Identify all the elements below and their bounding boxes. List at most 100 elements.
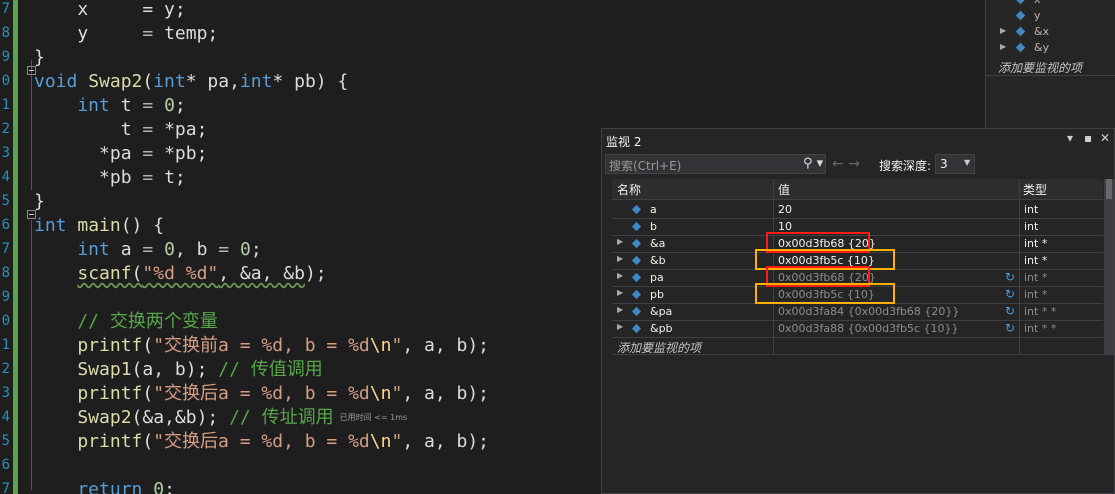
expand-arrow-icon[interactable]: ▶ xyxy=(617,305,623,314)
watch-1-row[interactable]: x xyxy=(986,0,1115,8)
variable-icon xyxy=(631,323,642,334)
code-token: " xyxy=(391,335,403,356)
code-line[interactable]: x = y; xyxy=(34,0,185,22)
code-token: "交换后a = %d, b = %d xyxy=(153,383,370,404)
code-token: // 传址调用 xyxy=(229,407,334,428)
search-nav-arrows-icon[interactable]: ← → xyxy=(832,156,860,172)
code-line[interactable]: *pa = *pb; xyxy=(34,142,207,166)
search-icon[interactable]: ⚲ ▾ xyxy=(803,156,823,171)
code-line[interactable]: } xyxy=(34,46,45,70)
code-token: ( xyxy=(142,383,154,404)
code-line[interactable]: t = *pa; xyxy=(34,118,208,142)
expand-arrow-icon[interactable]: ▶ xyxy=(617,322,623,331)
watch-name: pb xyxy=(650,288,664,301)
variable-icon xyxy=(631,204,642,215)
code-token: \n xyxy=(369,383,392,404)
code-line[interactable]: int a = 0, b = 0; xyxy=(34,238,261,262)
code-token: = xyxy=(142,143,165,164)
expand-arrow-icon[interactable]: ▶ xyxy=(617,237,623,246)
expand-arrow-icon[interactable]: ▶ xyxy=(617,271,623,280)
watch-type: int * * xyxy=(1024,305,1057,318)
code-line[interactable]: Swap2(&a,&b); // 传址调用 已用时间 <= 1ms xyxy=(34,406,407,430)
expand-arrow-icon[interactable]: ▶ xyxy=(617,288,623,297)
pin-icon[interactable]: ▪ xyxy=(1084,131,1092,145)
search-depth-value: 3 xyxy=(940,157,948,171)
code-token: " xyxy=(391,383,403,404)
divider xyxy=(986,75,1115,76)
window-options-dropdown-icon[interactable]: ▾ xyxy=(1067,131,1073,145)
refresh-icon[interactable]: ↻ xyxy=(1005,304,1015,318)
refresh-icon[interactable]: ↻ xyxy=(1005,270,1015,284)
code-token: *pa xyxy=(34,143,143,164)
watch-value[interactable]: 20 xyxy=(778,203,792,216)
column-header-value[interactable]: 值 xyxy=(778,181,790,198)
watch-1-row[interactable]: ▶ &y xyxy=(986,40,1115,56)
code-token: } xyxy=(34,191,45,212)
code-token: (&a,&b); xyxy=(131,407,230,428)
watch-name: &pb xyxy=(650,322,673,335)
code-line[interactable]: Swap1(a, b); // 传值调用 xyxy=(34,358,323,382)
code-line[interactable]: // 交换两个变量 xyxy=(34,310,218,334)
code-token: = xyxy=(142,23,165,44)
code-line[interactable]: y = temp; xyxy=(34,22,218,46)
code-token: // 传值调用 xyxy=(218,359,323,380)
code-line[interactable]: printf("交换后a = %d, b = %d\n", a, b); xyxy=(34,430,489,454)
variable-icon xyxy=(1015,0,1026,5)
search-depth-select[interactable]: 3 ▼ xyxy=(935,154,975,174)
close-icon[interactable]: ✕ xyxy=(1100,131,1110,145)
watch-add-row[interactable]: 添加要监视的项 xyxy=(612,337,1103,355)
watch-value[interactable]: 0x00d3fa88 {0x00d3fb5c {10}} xyxy=(778,322,958,335)
line-number: 8 xyxy=(1,25,10,41)
code-token: a xyxy=(120,239,143,260)
code-line[interactable]: } xyxy=(34,190,45,214)
watch-search-bar: 搜索(Ctrl+E) ⚲ ▾ ← → 搜索深度: 3 ▼ xyxy=(602,153,1114,177)
code-line[interactable]: int main() { xyxy=(34,214,164,238)
code-token: *pa; xyxy=(164,119,208,140)
watch-row[interactable]: ▶ &pb 0x00d3fa88 {0x00d3fb5c {10}} int * * ↻ xyxy=(612,320,1103,338)
watch-1-row[interactable]: ▶ &x xyxy=(986,24,1115,40)
code-token: ( xyxy=(142,335,154,356)
code-token: , a, b); xyxy=(402,335,490,356)
variable-icon xyxy=(631,238,642,249)
code-token: t xyxy=(120,95,143,116)
code-line[interactable]: void Swap2(int* pa,int* pb) { xyxy=(34,70,348,94)
watch-value[interactable]: 0x00d3fa84 {0x00d3fb68 {20}} xyxy=(778,305,959,318)
line-number: 2 xyxy=(1,361,10,377)
line-number: 7 xyxy=(1,1,10,17)
add-watch-item[interactable]: 添加要监视的项 xyxy=(617,339,701,356)
watch-row[interactable]: ▶ &pa 0x00d3fa84 {0x00d3fb68 {20}} int * * ↻ xyxy=(612,303,1103,321)
search-input[interactable]: 搜索(Ctrl+E) ⚲ ▾ xyxy=(605,154,826,174)
code-token: ( xyxy=(142,431,154,452)
watch-type: int * * xyxy=(1024,322,1057,335)
line-number: 6 xyxy=(1,217,10,233)
watch-row[interactable]: a 20 int xyxy=(612,201,1103,219)
line-number: 9 xyxy=(1,289,10,305)
expand-arrow-icon[interactable]: ▶ xyxy=(1000,42,1006,51)
code-line[interactable]: int t = 0; xyxy=(34,94,185,118)
expand-arrow-icon[interactable]: ▶ xyxy=(617,254,623,263)
refresh-icon[interactable]: ↻ xyxy=(1005,287,1015,301)
variable-icon xyxy=(1015,42,1026,53)
code-line[interactable]: *pb = t; xyxy=(34,166,186,190)
scrollbar-thumb[interactable] xyxy=(1106,179,1112,199)
column-header-type[interactable]: 类型 xyxy=(1023,181,1047,198)
code-line[interactable]: scanf("%d %d", &a, &b); xyxy=(34,262,326,286)
code-token: int xyxy=(34,239,121,260)
watch-1-row[interactable]: y xyxy=(986,8,1115,24)
line-number: 7 xyxy=(1,481,10,494)
line-number: 9 xyxy=(1,49,10,65)
line-number: 5 xyxy=(1,433,10,449)
highlight-box xyxy=(755,283,895,304)
code-line[interactable]: printf("交换后a = %d, b = %d\n", a, b); xyxy=(34,382,489,406)
code-line[interactable]: printf("交换前a = %d, b = %d\n", a, b); xyxy=(34,334,489,358)
code-token: Swap2 xyxy=(88,71,143,92)
watch-title-bar: 监视 2 ▾ ▪ ✕ xyxy=(602,129,1114,151)
vertical-scrollbar[interactable] xyxy=(1104,179,1114,355)
add-watch-item[interactable]: 添加要监视的项 xyxy=(998,59,1082,76)
code-token: ( xyxy=(131,263,143,284)
code-token: scanf xyxy=(77,263,132,284)
column-header-name[interactable]: 名称 xyxy=(617,181,641,198)
code-line[interactable]: return 0; xyxy=(34,478,175,494)
refresh-icon[interactable]: ↻ xyxy=(1005,321,1015,335)
expand-arrow-icon[interactable]: ▶ xyxy=(1000,26,1006,35)
